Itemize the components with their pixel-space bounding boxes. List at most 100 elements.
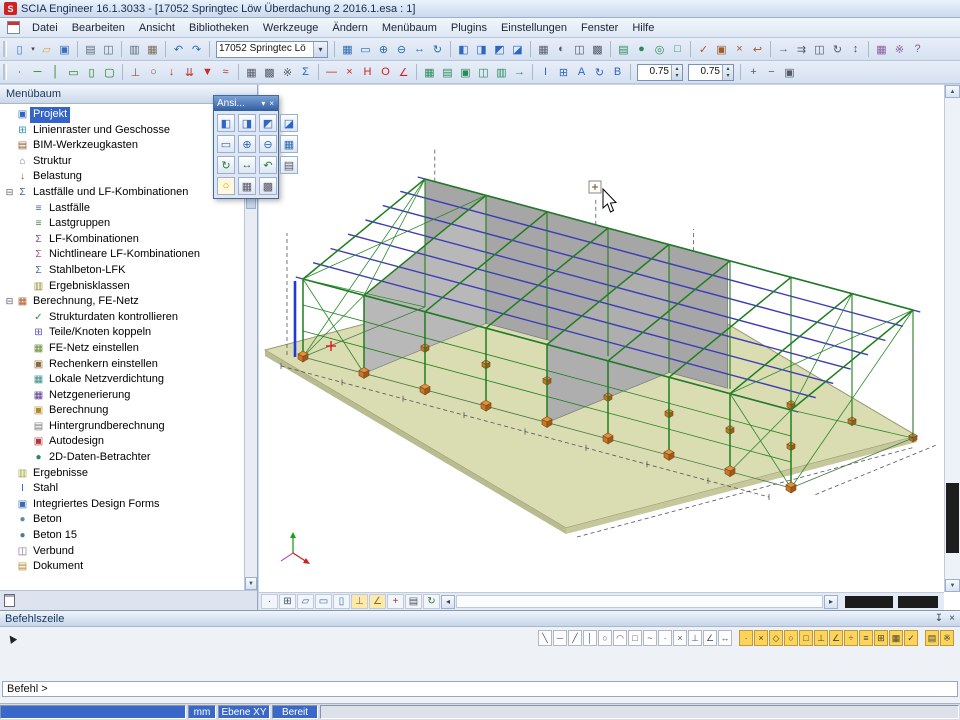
snap-perpendicular-icon[interactable]: ⊥: [814, 630, 828, 646]
ortho-mode-icon[interactable]: ⊥: [351, 594, 368, 609]
diagram-angle-icon[interactable]: ∠: [395, 64, 412, 81]
down-arrow-icon[interactable]: ▾: [723, 72, 733, 80]
intersect-tool-icon[interactable]: ×: [673, 630, 687, 646]
shaded-mode-icon[interactable]: ◐: [553, 41, 570, 58]
copy-icon[interactable]: ▥: [126, 41, 143, 58]
menu-fenster[interactable]: Fenster: [574, 19, 625, 37]
open-project-icon[interactable]: ▱: [38, 41, 55, 58]
tree-item[interactable]: ▣Berechnung: [0, 403, 244, 419]
node-tool-icon[interactable]: ∙: [11, 64, 28, 81]
view-settings-icon[interactable]: ▩: [259, 177, 277, 195]
mdi-document-icon[interactable]: [7, 21, 20, 34]
view-y-icon[interactable]: ◨: [473, 41, 490, 58]
select-by-property-icon[interactable]: ✓: [695, 41, 712, 58]
tree-item[interactable]: ✓Strukturdaten kontrollieren: [0, 310, 244, 326]
zoom-out-icon[interactable]: ⊖: [393, 41, 410, 58]
snap-grid-icon[interactable]: ⊞: [279, 594, 296, 609]
render-mode-icon[interactable]: ○: [217, 177, 235, 195]
undo-icon[interactable]: ↶: [170, 41, 187, 58]
tree-item[interactable]: ▥Ergebnisse: [0, 466, 244, 482]
view-side-icon[interactable]: ◩: [259, 114, 277, 132]
tree-item[interactable]: ▣Projekt: [0, 107, 244, 123]
render-settings-icon[interactable]: ▩: [589, 41, 606, 58]
wireframe-view-icon[interactable]: ▦: [238, 177, 256, 195]
rotate-view-icon[interactable]: ↻: [429, 41, 446, 58]
rect-tool-icon[interactable]: □: [628, 630, 642, 646]
calculate-icon[interactable]: Σ: [297, 64, 314, 81]
picture-gallery-icon[interactable]: ▣: [457, 64, 474, 81]
line-load-icon[interactable]: ⇊: [181, 64, 198, 81]
named-views-icon[interactable]: ▤: [280, 156, 298, 174]
menu-men-baum[interactable]: Menübaum: [375, 19, 444, 37]
result-scale[interactable]: 0.75▴▾: [688, 64, 734, 81]
plane-yz-icon[interactable]: ▯: [333, 594, 350, 609]
perpendicular-tool-icon[interactable]: ⊥: [688, 630, 702, 646]
zoom-all-icon[interactable]: ▦: [339, 41, 356, 58]
wireframe-mode-icon[interactable]: ▦: [535, 41, 552, 58]
print-preview-icon[interactable]: ◫: [100, 41, 117, 58]
snap-midpoint-icon[interactable]: ◇: [769, 630, 783, 646]
zoom-out-icon[interactable]: ⊖: [259, 135, 277, 153]
scroll-down-icon[interactable]: ▼: [245, 577, 257, 590]
tree-item[interactable]: ▦Lokale Netzverdichtung: [0, 372, 244, 388]
chevron-down-icon[interactable]: ▾: [313, 42, 327, 57]
select-all-icon[interactable]: ▣: [713, 41, 730, 58]
snap-point-icon[interactable]: ∙: [739, 630, 753, 646]
angle-tool-icon[interactable]: ∠: [703, 630, 717, 646]
cursor-cross-icon[interactable]: +: [387, 594, 404, 609]
load-scale-arrows[interactable]: ▴▾: [671, 65, 682, 80]
wall-tool-icon[interactable]: ▯: [83, 64, 100, 81]
menu-werkzeuge[interactable]: Werkzeuge: [256, 19, 325, 37]
down-arrow-icon[interactable]: ▾: [672, 72, 682, 80]
view-front-icon[interactable]: ◨: [238, 114, 256, 132]
pan-view-icon[interactable]: ↔: [411, 41, 428, 58]
scroll-left-icon[interactable]: ◂: [441, 595, 455, 609]
tree-item[interactable]: ▤Dokument: [0, 559, 244, 575]
chevron-down-icon[interactable]: ▾: [260, 99, 266, 108]
view-x-icon[interactable]: ◧: [455, 41, 472, 58]
diagram-x-icon[interactable]: ×: [341, 64, 358, 81]
surface-load-icon[interactable]: ▼: [199, 64, 216, 81]
layers-icon[interactable]: ▤: [615, 41, 632, 58]
zoom-window-icon[interactable]: ▭: [357, 41, 374, 58]
snap-division-icon[interactable]: ÷: [844, 630, 858, 646]
mesh-refinement-icon[interactable]: ▩: [261, 64, 278, 81]
dock-tab-icon[interactable]: [4, 594, 15, 607]
tree-item[interactable]: ●Beton 15: [0, 528, 244, 544]
opening-tool-icon[interactable]: ▢: [101, 64, 118, 81]
scale-icon[interactable]: ↕: [847, 41, 864, 58]
angle-snap-icon[interactable]: ∠: [369, 594, 386, 609]
axonometric-view-icon[interactable]: ◪: [509, 41, 526, 58]
multi-copy-icon[interactable]: ⇉: [793, 41, 810, 58]
horizontal-scrollbar[interactable]: [456, 595, 823, 608]
collapse-icon[interactable]: ⊟: [4, 185, 15, 201]
up-arrow-icon[interactable]: ▴: [723, 65, 733, 73]
zoom-in-icon[interactable]: ⊕: [375, 41, 392, 58]
project-combo[interactable]: 17052 Springtec Lö▾: [216, 41, 328, 58]
previous-view-icon[interactable]: ↶: [259, 156, 277, 174]
paste-icon[interactable]: ▦: [144, 41, 161, 58]
scroll-up-icon[interactable]: ▲: [945, 85, 960, 98]
thermal-load-icon[interactable]: ≈: [217, 64, 234, 81]
mirror-icon[interactable]: ◫: [811, 41, 828, 58]
close-icon[interactable]: ×: [268, 99, 275, 108]
tree-item[interactable]: ↓Belastung: [0, 169, 244, 185]
tree-item[interactable]: ▦FE-Netz einstellen: [0, 341, 244, 357]
bim-tools-icon[interactable]: B: [609, 64, 626, 81]
load-scale[interactable]: 0.75▴▾: [637, 64, 683, 81]
rotate-copy-icon[interactable]: ↻: [829, 41, 846, 58]
up-arrow-icon[interactable]: ▴: [672, 65, 682, 73]
snap-more-icon[interactable]: ※: [940, 630, 954, 646]
connection-design-icon[interactable]: ⊞: [555, 64, 572, 81]
view-toolbox-titlebar[interactable]: Ansi... ▾ ×: [214, 96, 278, 111]
vline-tool-icon[interactable]: │: [583, 630, 597, 646]
plane-xz-icon[interactable]: ▭: [315, 594, 332, 609]
menu-ansicht[interactable]: Ansicht: [132, 19, 182, 37]
tree-item[interactable]: ▤BIM-Werkzeugkasten: [0, 138, 244, 154]
column-tool-icon[interactable]: │: [47, 64, 64, 81]
snap-mesh-icon[interactable]: ▦: [889, 630, 903, 646]
layer-filter-icon[interactable]: ▤: [405, 594, 422, 609]
tree-item[interactable]: ΣLF-Kombinationen: [0, 232, 244, 248]
menu-datei[interactable]: Datei: [25, 19, 65, 37]
scroll-right-icon[interactable]: ▸: [824, 595, 838, 609]
